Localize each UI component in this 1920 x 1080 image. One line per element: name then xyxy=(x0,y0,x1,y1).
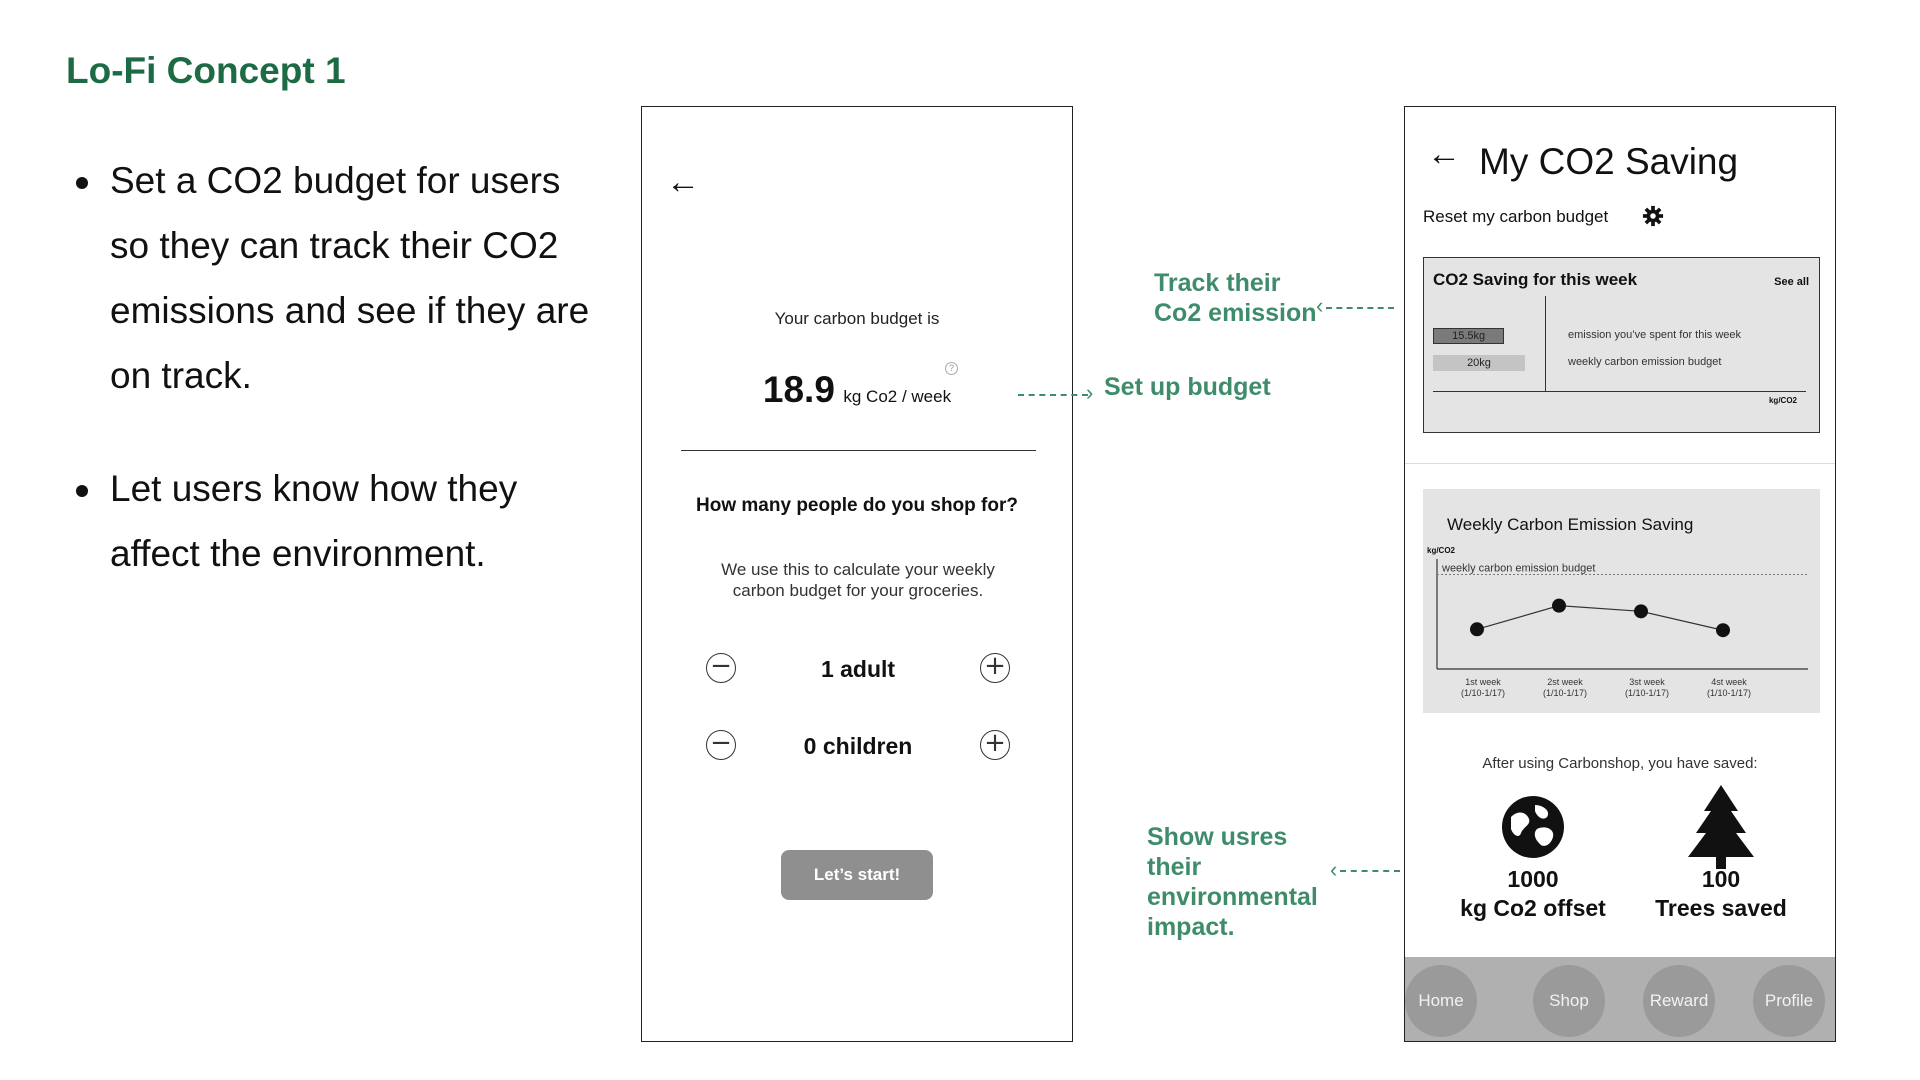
budget-label: Your carbon budget is xyxy=(774,309,940,328)
nav-home[interactable]: Home xyxy=(1405,965,1477,1037)
children-count: 0 children xyxy=(803,733,913,759)
bottom-nav: Home Shop Reward Profile xyxy=(1405,957,1835,1041)
budget-display: 18.9 kg Co2 / week xyxy=(642,369,1072,411)
page-title: My CO2 Saving xyxy=(1479,141,1739,182)
setup-arrow-line xyxy=(1018,394,1088,396)
budget-bar: 20kg xyxy=(1433,355,1525,371)
saved-summary-label: After using Carbonshop, you have saved: xyxy=(1482,755,1758,772)
divider xyxy=(1405,463,1835,464)
annotation-setup: Set up budget xyxy=(1104,373,1271,401)
reset-budget-link[interactable]: Reset my carbon budget xyxy=(1423,207,1608,227)
budget-reference-label: weekly carbon emission budget xyxy=(1441,562,1595,574)
stat-label: Trees saved xyxy=(1655,895,1787,921)
budget-value: 18.9 xyxy=(762,369,835,410)
x-tick-label: 2st week xyxy=(1547,677,1583,687)
axis-line xyxy=(1545,296,1546,392)
bullet-item: Let users know how they affect the envir… xyxy=(72,456,592,586)
trees-saved-stat: 100 Trees saved xyxy=(1631,785,1811,923)
x-tick-label: 3st week xyxy=(1629,677,1665,687)
series-line xyxy=(1476,605,1724,631)
start-button[interactable]: Let’s start! xyxy=(781,850,933,900)
x-tick-label: 1st week xyxy=(1465,677,1501,687)
saving-chart-card: Weekly Carbon Emission Saving kg/CO2 week… xyxy=(1423,489,1820,713)
arrow-left-icon[interactable]: ← xyxy=(666,165,700,199)
nav-shop[interactable]: Shop xyxy=(1533,965,1605,1037)
shop-question: How many people do you shop for? xyxy=(696,495,1018,516)
slide-title: Lo-Fi Concept 1 xyxy=(66,50,346,91)
gear-icon[interactable] xyxy=(1642,205,1664,227)
annotation-track: Track their Co2 emission xyxy=(1154,269,1317,327)
data-point xyxy=(1552,598,1566,613)
stat-value: 100 xyxy=(1701,866,1741,892)
card-title: CO2 Saving for this week xyxy=(1433,270,1638,289)
y-axis-label: kg/CO2 xyxy=(1427,546,1456,555)
axis-line xyxy=(1433,391,1806,392)
nav-reward[interactable]: Reward xyxy=(1643,965,1715,1037)
track-arrow-line xyxy=(1326,307,1394,309)
stat-label: kg Co2 offset xyxy=(1460,895,1606,921)
bullet-list: Set a CO2 budget for users so they can t… xyxy=(72,148,592,634)
decrement-children-button[interactable]: − xyxy=(706,730,736,760)
spent-bar: 15.5kg xyxy=(1433,328,1505,344)
co2-offset-stat: 1000 kg Co2 offset xyxy=(1443,795,1623,923)
co2-saving-screen: ← My CO2 Saving Reset my carbon budget C… xyxy=(1404,106,1836,1042)
unit-label: kg/CO2 xyxy=(1768,396,1797,405)
x-tick-range: (1/10-1/17) xyxy=(1625,688,1669,698)
x-tick-range: (1/10-1/17) xyxy=(1461,688,1505,698)
budget-unit: kg Co2 / week xyxy=(843,387,952,406)
adult-counter: − 1 adult + xyxy=(706,653,1010,687)
x-tick-label: 4st week xyxy=(1711,677,1747,687)
budget-legend: weekly carbon emission budget xyxy=(1568,356,1722,368)
saving-line-chart: kg/CO2 weekly carbon emission budget 1st w… xyxy=(1427,546,1808,698)
children-counter: − 0 children + xyxy=(706,730,1010,764)
data-point xyxy=(1634,604,1648,619)
increment-children-button[interactable]: + xyxy=(980,730,1010,760)
help-icon[interactable]: ? xyxy=(945,362,958,375)
see-all-link[interactable]: See all xyxy=(1774,276,1809,288)
data-point xyxy=(1716,623,1730,638)
stat-value: 1000 xyxy=(1507,866,1559,892)
tree-icon xyxy=(1688,785,1754,869)
nav-profile[interactable]: Profile xyxy=(1753,965,1825,1037)
impact-arrow-line xyxy=(1340,870,1400,872)
globe-icon xyxy=(1502,796,1564,858)
budget-setup-screen: ← Your carbon budget is 18.9 kg Co2 / we… xyxy=(641,106,1073,1042)
question-description: We use this to calculate your weekly car… xyxy=(721,560,995,600)
arrow-left-icon[interactable]: ← xyxy=(1427,137,1461,171)
decrement-adults-button[interactable]: − xyxy=(706,653,736,683)
weekly-saving-card[interactable]: CO2 Saving for this week See all 15.5kg … xyxy=(1423,257,1820,433)
increment-adults-button[interactable]: + xyxy=(980,653,1010,683)
bullet-item: Set a CO2 budget for users so they can t… xyxy=(72,148,592,408)
adult-count: 1 adult xyxy=(820,656,896,682)
x-tick-range: (1/10-1/17) xyxy=(1543,688,1587,698)
x-tick-range: (1/10-1/17) xyxy=(1707,688,1751,698)
spent-legend: emission you’ve spent for this week xyxy=(1568,329,1742,341)
divider xyxy=(681,450,1036,451)
data-point xyxy=(1470,622,1484,637)
annotation-impact: Show usres their environmental impact. xyxy=(1147,823,1318,941)
